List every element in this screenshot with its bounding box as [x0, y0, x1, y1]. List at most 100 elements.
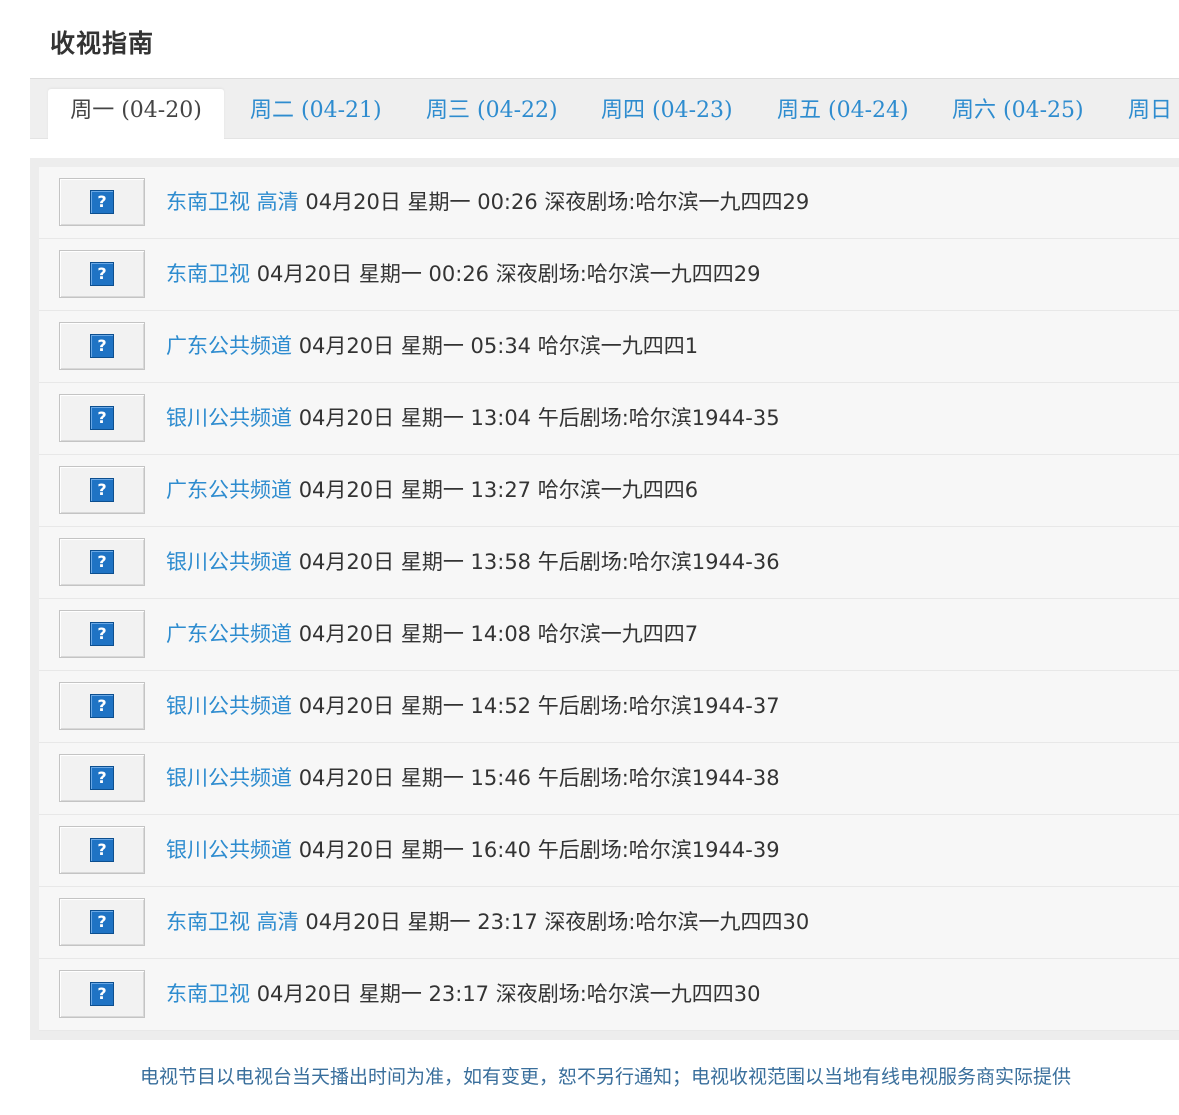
listing-text: 银川公共频道 04月20日 星期一 13:04 午后剧场:哈尔滨1944-35: [166, 383, 780, 454]
tab-sunday[interactable]: 周日: [1128, 89, 1172, 139]
listing-time: 23:17: [428, 982, 490, 1006]
question-mark-icon: ?: [90, 406, 114, 430]
listing-weekday: 星期一: [407, 910, 471, 934]
listing-date: 04月20日: [298, 622, 395, 646]
channel-link[interactable]: 银川公共频道: [166, 766, 292, 790]
listing-time: 13:04: [470, 406, 532, 430]
listing-text: 银川公共频道 04月20日 星期一 13:58 午后剧场:哈尔滨1944-36: [166, 527, 780, 598]
listing-time: 13:58: [470, 550, 532, 574]
channel-link[interactable]: 东南卫视 高清: [166, 190, 299, 214]
listing-list: ? 东南卫视 高清 04月20日 星期一 00:26 深夜剧场:哈尔滨一九四四29…: [39, 167, 1179, 1031]
question-mark-icon: ?: [90, 982, 114, 1006]
program-thumbnail[interactable]: ?: [59, 538, 145, 586]
listing-program: 午后剧场:哈尔滨1944-38: [537, 766, 780, 790]
listing-weekday: 星期一: [400, 406, 464, 430]
listing-text: 广东公共频道 04月20日 星期一 14:08 哈尔滨一九四四7: [166, 599, 698, 670]
channel-link[interactable]: 银川公共频道: [166, 406, 292, 430]
channel-link[interactable]: 广东公共频道: [166, 622, 292, 646]
listing-weekday: 星期一: [400, 478, 464, 502]
tab-tuesday[interactable]: 周二 (04-21): [250, 89, 382, 139]
table-row: ? 东南卫视 04月20日 星期一 00:26 深夜剧场:哈尔滨一九四四29: [39, 239, 1179, 311]
footer-disclaimer: 电视节目以电视台当天播出时间为准，如有变更，恕不另行通知；电视收视范围以当地有线…: [140, 1066, 1072, 1088]
listing-date: 04月20日: [298, 766, 395, 790]
listing-weekday: 星期一: [358, 262, 422, 286]
listing-time: 00:26: [428, 262, 490, 286]
table-row: ? 东南卫视 04月20日 星期一 23:17 深夜剧场:哈尔滨一九四四30: [39, 959, 1179, 1031]
listing-text: 广东公共频道 04月20日 星期一 13:27 哈尔滨一九四四6: [166, 455, 698, 526]
table-row: ? 银川公共频道 04月20日 星期一 16:40 午后剧场:哈尔滨1944-39: [39, 815, 1179, 887]
listing-time: 05:34: [470, 334, 532, 358]
listing-weekday: 星期一: [400, 766, 464, 790]
listing-time: 15:46: [470, 766, 532, 790]
table-row: ? 东南卫视 高清 04月20日 星期一 00:26 深夜剧场:哈尔滨一九四四29: [39, 167, 1179, 239]
listing-text: 东南卫视 04月20日 星期一 00:26 深夜剧场:哈尔滨一九四四29: [166, 239, 761, 310]
listing-text: 银川公共频道 04月20日 星期一 16:40 午后剧场:哈尔滨1944-39: [166, 815, 780, 886]
listing-program: 深夜剧场:哈尔滨一九四四30: [495, 982, 761, 1006]
channel-link[interactable]: 东南卫视 高清: [166, 910, 299, 934]
listing-date: 04月20日: [298, 406, 395, 430]
listing-panel: ? 东南卫视 高清 04月20日 星期一 00:26 深夜剧场:哈尔滨一九四四29…: [30, 158, 1179, 1040]
program-thumbnail[interactable]: ?: [59, 610, 145, 658]
program-thumbnail[interactable]: ?: [59, 682, 145, 730]
listing-time: 13:27: [470, 478, 532, 502]
question-mark-icon: ?: [90, 478, 114, 502]
program-thumbnail[interactable]: ?: [59, 178, 145, 226]
program-thumbnail[interactable]: ?: [59, 466, 145, 514]
table-row: ? 银川公共频道 04月20日 星期一 14:52 午后剧场:哈尔滨1944-37: [39, 671, 1179, 743]
listing-date: 04月20日: [305, 910, 401, 934]
question-mark-icon: ?: [90, 766, 114, 790]
program-thumbnail[interactable]: ?: [59, 250, 145, 298]
question-mark-icon: ?: [90, 694, 114, 718]
question-mark-icon: ?: [90, 622, 114, 646]
listing-weekday: 星期一: [400, 694, 464, 718]
listing-text: 东南卫视 高清 04月20日 星期一 00:26 深夜剧场:哈尔滨一九四四29: [166, 167, 809, 238]
program-thumbnail[interactable]: ?: [59, 826, 145, 874]
table-row: ? 广东公共频道 04月20日 星期一 13:27 哈尔滨一九四四6: [39, 455, 1179, 527]
listing-program: 深夜剧场:哈尔滨一九四四29: [544, 190, 810, 214]
channel-link[interactable]: 银川公共频道: [166, 550, 292, 574]
tab-monday[interactable]: 周一 (04-20): [48, 89, 224, 139]
listing-text: 东南卫视 高清 04月20日 星期一 23:17 深夜剧场:哈尔滨一九四四30: [166, 887, 809, 958]
table-row: ? 银川公共频道 04月20日 星期一 15:46 午后剧场:哈尔滨1944-38: [39, 743, 1179, 815]
listing-date: 04月20日: [298, 694, 395, 718]
table-row: ? 广东公共频道 04月20日 星期一 05:34 哈尔滨一九四四1: [39, 311, 1179, 383]
channel-link[interactable]: 银川公共频道: [166, 838, 292, 862]
program-thumbnail[interactable]: ?: [59, 394, 145, 442]
listing-date: 04月20日: [298, 550, 395, 574]
tab-saturday[interactable]: 周六 (04-25): [952, 89, 1084, 139]
listing-weekday: 星期一: [358, 982, 422, 1006]
listing-weekday: 星期一: [400, 838, 464, 862]
listing-program: 哈尔滨一九四四7: [537, 622, 699, 646]
channel-link[interactable]: 银川公共频道: [166, 694, 292, 718]
tab-friday[interactable]: 周五 (04-24): [777, 89, 909, 139]
listing-program: 哈尔滨一九四四6: [537, 478, 699, 502]
tab-wednesday[interactable]: 周三 (04-22): [426, 89, 558, 139]
program-thumbnail[interactable]: ?: [59, 898, 145, 946]
table-row: ? 东南卫视 高清 04月20日 星期一 23:17 深夜剧场:哈尔滨一九四四30: [39, 887, 1179, 959]
listing-time: 14:08: [470, 622, 532, 646]
listing-weekday: 星期一: [407, 190, 471, 214]
question-mark-icon: ?: [90, 838, 114, 862]
listing-weekday: 星期一: [400, 550, 464, 574]
table-row: ? 银川公共频道 04月20日 星期一 13:58 午后剧场:哈尔滨1944-36: [39, 527, 1179, 599]
table-row: ? 银川公共频道 04月20日 星期一 13:04 午后剧场:哈尔滨1944-35: [39, 383, 1179, 455]
question-mark-icon: ?: [90, 334, 114, 358]
listing-text: 广东公共频道 04月20日 星期一 05:34 哈尔滨一九四四1: [166, 311, 698, 382]
channel-link[interactable]: 东南卫视: [166, 982, 250, 1006]
day-tab-bar: 周一 (04-20) 周二 (04-21) 周三 (04-22) 周四 (04-…: [30, 78, 1179, 139]
listing-time: 23:17: [477, 910, 538, 934]
listing-date: 04月20日: [298, 334, 395, 358]
program-thumbnail[interactable]: ?: [59, 754, 145, 802]
channel-link[interactable]: 广东公共频道: [166, 478, 292, 502]
listing-weekday: 星期一: [400, 334, 464, 358]
tab-thursday[interactable]: 周四 (04-23): [601, 89, 733, 139]
program-thumbnail[interactable]: ?: [59, 322, 145, 370]
listing-text: 东南卫视 04月20日 星期一 23:17 深夜剧场:哈尔滨一九四四30: [166, 959, 761, 1030]
listing-program: 深夜剧场:哈尔滨一九四四29: [495, 262, 761, 286]
channel-link[interactable]: 广东公共频道: [166, 334, 292, 358]
question-mark-icon: ?: [90, 550, 114, 574]
program-thumbnail[interactable]: ?: [59, 970, 145, 1018]
listing-program: 哈尔滨一九四四1: [537, 334, 699, 358]
channel-link[interactable]: 东南卫视: [166, 262, 250, 286]
listing-program: 深夜剧场:哈尔滨一九四四30: [544, 910, 810, 934]
